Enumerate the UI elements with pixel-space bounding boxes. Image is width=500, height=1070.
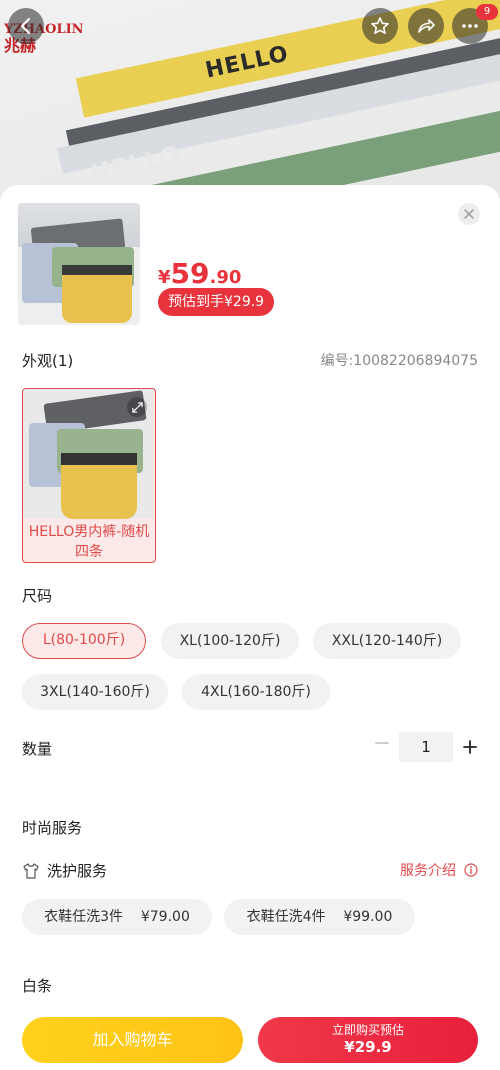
laundry-service-row: 洗护服务 [22,860,107,881]
service-option-name: 衣鞋任洗3件 [44,909,124,925]
selected-product-thumbnail[interactable] [18,203,140,325]
add-to-cart-button[interactable]: 加入购物车 [22,1017,243,1063]
info-icon [464,863,478,877]
variant-label: HELLO男内裤-随机四条 [28,524,150,560]
sku-selector-sheet: ¥59.90 预估到手¥29.9 外观(1) 编号:10082206894075… [0,185,500,1070]
service-intro-label: 服务介绍 [400,863,456,879]
service-option-price: ¥99.00 [343,909,393,925]
quantity-input[interactable]: 1 [399,732,453,762]
service-option-price: ¥79.00 [140,909,190,925]
price-symbol: ¥ [158,267,171,288]
size-option-4xl[interactable]: 4XL(160-180斤) [182,674,330,710]
quantity-increase-button[interactable] [460,737,480,757]
service-option-4-items[interactable]: 衣鞋任洗4件 ¥99.00 [224,899,415,935]
size-option-l[interactable]: L(80-100斤) [22,623,146,659]
quantity-decrease-button[interactable] [372,733,392,753]
fashion-service-section-label: 时尚服务 [22,819,83,837]
shirt-icon [23,862,39,879]
share-button[interactable] [408,8,444,44]
laundry-service-label: 洗护服务 [47,862,108,880]
service-option-3-items[interactable]: 衣鞋任洗3件 ¥79.00 [22,899,212,935]
price-integer: 59 [170,257,210,290]
size-option-3xl[interactable]: 3XL(140-160斤) [22,674,168,710]
cart-count-badge: 9 [476,4,498,20]
zoom-button[interactable] [127,397,147,417]
back-button[interactable] [8,8,44,44]
product-code: 编号:10082206894075 [320,353,478,369]
service-intro-link[interactable]: 服务介绍 [400,860,478,880]
buy-now-button[interactable]: 立即购买预估 ¥29.9 [258,1017,478,1063]
size-option-xxl[interactable]: XXL(120-140斤) [313,623,461,659]
chevron-left-icon [20,17,31,35]
close-button[interactable] [458,203,480,225]
price-decimal: .90 [209,267,242,288]
more-icon [462,24,478,28]
service-option-name: 衣鞋任洗4件 [246,909,326,925]
size-option-xl[interactable]: XL(100-120斤) [161,623,299,659]
product-price: ¥59.90 [158,257,241,290]
size-section-label: 尺码 [22,587,53,605]
favorite-button[interactable] [362,8,398,44]
close-icon [464,209,474,219]
variant-option-selected[interactable]: HELLO男内裤-随机四条 [22,388,156,563]
buy-now-price: ¥29.9 [344,1038,392,1056]
baitiao-section-label: 白条 [22,977,53,995]
estimated-price-badge: 预估到手¥29.9 [158,288,275,316]
star-icon [371,17,389,34]
share-icon [418,19,435,33]
expand-icon [131,401,143,413]
buy-now-label: 立即购买预估 [331,1023,404,1037]
quantity-section-label: 数量 [22,740,53,758]
appearance-section-label: 外观(1) [22,352,74,370]
